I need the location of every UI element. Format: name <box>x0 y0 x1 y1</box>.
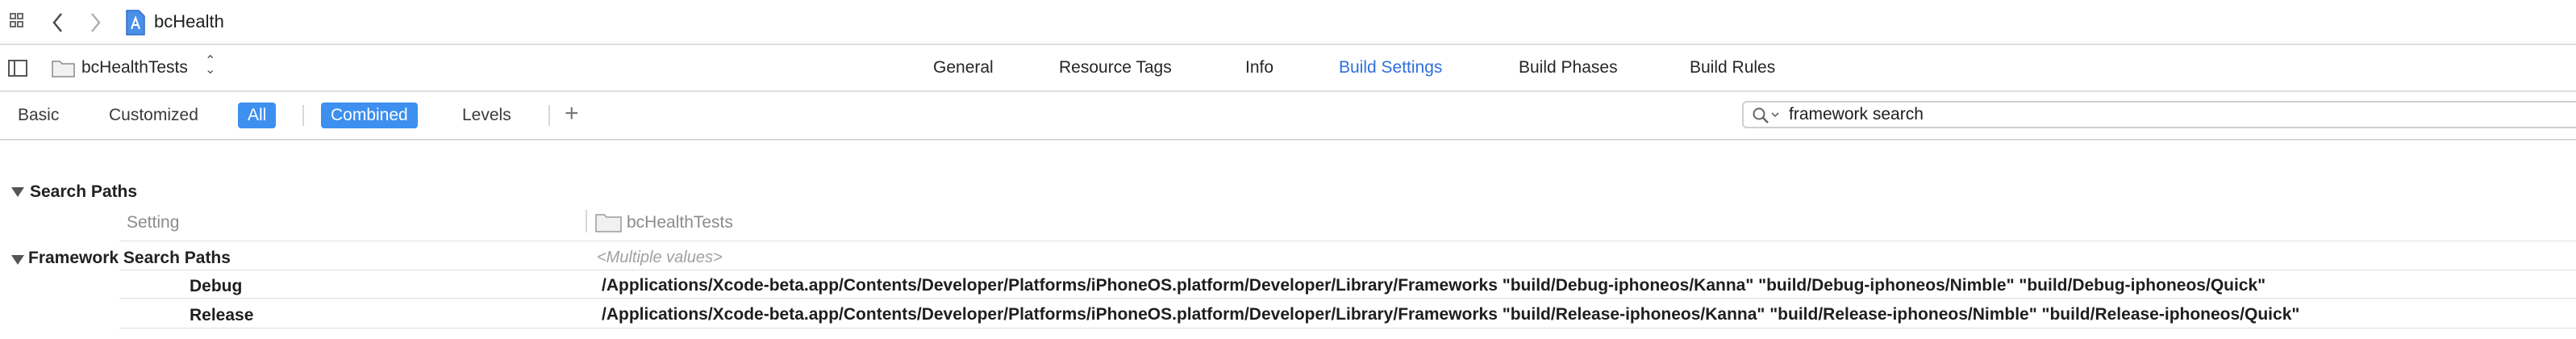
filter-basic[interactable]: Basic <box>18 106 59 125</box>
search-field[interactable] <box>1742 101 2576 128</box>
row-divider <box>119 328 2576 329</box>
combined-button[interactable]: Combined <box>321 103 418 128</box>
disclosure-triangle-icon[interactable] <box>11 255 24 265</box>
folder-icon <box>595 211 623 236</box>
add-setting-icon[interactable]: + <box>565 100 579 128</box>
column-divider <box>586 210 587 232</box>
disclosure-triangle-icon[interactable] <box>11 187 24 197</box>
setting-name[interactable]: Framework Search Paths <box>28 249 231 268</box>
tab-build-settings[interactable]: Build Settings <box>1339 58 1442 77</box>
config-name-release: Release <box>190 306 254 324</box>
column-header-setting: Setting <box>127 213 180 232</box>
config-value-debug[interactable]: /Applications/Xcode-beta.app/Contents/De… <box>602 276 2265 295</box>
tab-build-rules[interactable]: Build Rules <box>1690 58 1775 77</box>
divider <box>548 105 550 126</box>
filter-customized[interactable]: Customized <box>109 106 198 125</box>
section-title[interactable]: Search Paths <box>30 182 137 202</box>
setting-value-multiple[interactable]: <Multiple values> <box>597 249 723 267</box>
tab-build-phases[interactable]: Build Phases <box>1519 58 1618 77</box>
column-header-target: bcHealthTests <box>627 213 733 232</box>
tab-info[interactable]: Info <box>1245 58 1273 77</box>
row-divider <box>119 298 2576 299</box>
editor-tab-bar: bcHealthTests ⌃ ⌄ General Resource Tags I… <box>0 45 2576 92</box>
tab-resource-tags[interactable]: Resource Tags <box>1059 58 1172 77</box>
folder-icon <box>52 58 76 82</box>
search-input[interactable] <box>1789 105 2515 124</box>
search-icon[interactable] <box>1752 107 1784 128</box>
filter-all-button[interactable]: All <box>238 103 277 128</box>
chevron-updown-icon[interactable]: ⌃ ⌄ <box>205 55 215 77</box>
back-arrow-icon[interactable] <box>50 11 66 38</box>
project-file-icon <box>124 10 147 40</box>
tab-general[interactable]: General <box>933 58 994 77</box>
sidebar-toggle-icon[interactable] <box>8 60 29 82</box>
grid-icon[interactable] <box>10 13 31 36</box>
target-selector[interactable]: bcHealthTests <box>81 58 188 77</box>
jump-bar: bcHealth <box>0 0 2576 45</box>
config-value-release[interactable]: /Applications/Xcode-beta.app/Contents/De… <box>602 305 2299 324</box>
forward-arrow-icon[interactable] <box>87 11 103 38</box>
filter-bar: Basic Customized All Combined Levels + <box>0 92 2576 140</box>
levels-button[interactable]: Levels <box>462 106 511 125</box>
project-name[interactable]: bcHealth <box>154 11 224 32</box>
divider <box>302 105 304 126</box>
config-name-debug: Debug <box>190 277 243 295</box>
